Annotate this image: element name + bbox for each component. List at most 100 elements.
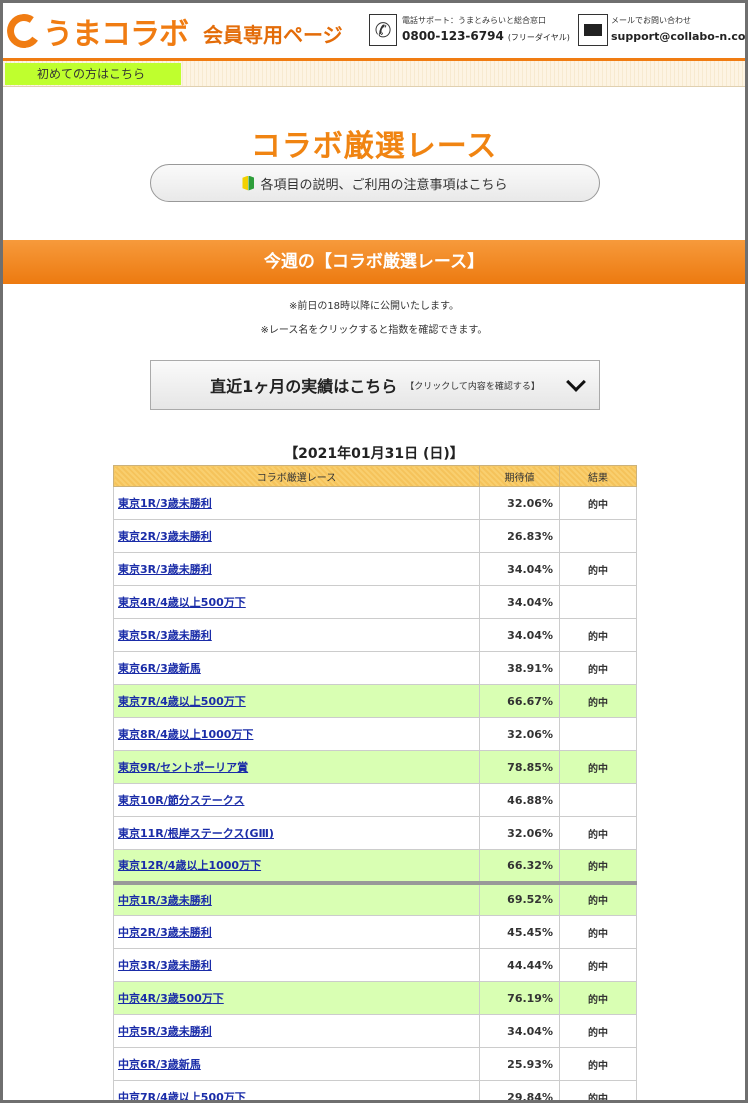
- expected-value-cell: 69.52%: [479, 880, 560, 916]
- race-link[interactable]: 東京6R/3歳新馬: [118, 662, 201, 675]
- race-date-heading: 【2021年01月31日 (日)】: [284, 446, 464, 462]
- result-cell: 的中: [559, 1047, 637, 1081]
- recent-results-toggle[interactable]: 直近1ヶ月の実績はこちら 【クリックして内容を確認する】: [150, 360, 600, 410]
- table-row: 東京12R/4歳以上1000万下 66.32% 的中: [113, 849, 637, 883]
- result-cell: 的中: [559, 684, 637, 718]
- race-link[interactable]: 中京6R/3歳新馬: [118, 1058, 201, 1071]
- race-link[interactable]: 東京7R/4歳以上500万下: [118, 695, 246, 708]
- mail-address-link[interactable]: support@collabo-n.com: [611, 30, 745, 43]
- race-name-cell: 東京12R/4歳以上1000万下: [113, 849, 480, 883]
- expected-value-cell: 34.04%: [479, 1014, 560, 1048]
- page-frame: うまコラボ 会員専用ページ ✆ 電話サポート：うまとみらいと総合窓口 0800-…: [0, 0, 748, 1103]
- race-name-cell: 中京3R/3歳未勝利: [113, 948, 480, 982]
- race-name-cell: 東京3R/3歳未勝利: [113, 552, 480, 586]
- recent-results-hint: 【クリックして内容を確認する】: [405, 381, 540, 392]
- phone-caption: 電話サポート：うまとみらいと総合窓口: [402, 16, 546, 25]
- phone-note: (フリーダイヤル): [507, 33, 570, 42]
- expected-value-cell: 32.06%: [479, 717, 560, 751]
- race-link[interactable]: 中京7R/4歳以上500万下: [118, 1091, 246, 1100]
- race-link[interactable]: 東京12R/4歳以上1000万下: [118, 859, 261, 872]
- table-row: 東京10R/節分ステークス 46.88%: [113, 783, 637, 817]
- table-row: 中京3R/3歳未勝利 44.44% 的中: [113, 948, 637, 982]
- result-cell: 的中: [559, 1080, 637, 1100]
- race-link[interactable]: 東京1R/3歳未勝利: [118, 497, 212, 510]
- race-name-cell: 東京1R/3歳未勝利: [113, 486, 480, 520]
- usage-notes-button[interactable]: 各項目の説明、ご利用の注意事項はこちら: [150, 164, 600, 202]
- header-result: 結果: [559, 465, 637, 487]
- table-row: 東京5R/3歳未勝利 34.04% 的中: [113, 618, 637, 652]
- phone-icon: ✆: [369, 14, 397, 46]
- expected-value-cell: 66.67%: [479, 684, 560, 718]
- race-link[interactable]: 中京1R/3歳未勝利: [118, 894, 212, 907]
- result-cell: 的中: [559, 816, 637, 850]
- race-name-cell: 中京2R/3歳未勝利: [113, 915, 480, 949]
- table-row: 中京2R/3歳未勝利 45.45% 的中: [113, 915, 637, 949]
- expected-value-cell: 29.84%: [479, 1080, 560, 1100]
- expected-value-cell: 78.85%: [479, 750, 560, 784]
- table-row: 中京4R/3歳500万下 76.19% 的中: [113, 981, 637, 1015]
- week-banner: 今週の【コラボ厳選レース】: [3, 240, 745, 284]
- expected-value-cell: 25.93%: [479, 1047, 560, 1081]
- result-cell: [559, 519, 637, 553]
- race-link[interactable]: 東京11R/根岸ステークス(GⅢ): [118, 827, 274, 840]
- race-link[interactable]: 東京10R/節分ステークス: [118, 794, 244, 807]
- race-link[interactable]: 東京3R/3歳未勝利: [118, 563, 212, 576]
- notice-publish-time: ※前日の18時以降に公開いたします。: [288, 301, 460, 312]
- mail-caption: メールでお問い合わせ: [611, 16, 691, 25]
- race-link[interactable]: 中京3R/3歳未勝利: [118, 959, 212, 972]
- result-cell: 的中: [559, 915, 637, 949]
- table-row: 東京2R/3歳未勝利 26.83%: [113, 519, 637, 553]
- race-link[interactable]: 中京4R/3歳500万下: [118, 992, 224, 1005]
- table-row: 東京3R/3歳未勝利 34.04% 的中: [113, 552, 637, 586]
- race-name-cell: 東京10R/節分ステークス: [113, 783, 480, 817]
- race-link[interactable]: 東京9R/セントポーリア賞: [118, 761, 248, 774]
- header-expected: 期待値: [479, 465, 560, 487]
- expected-value-cell: 32.06%: [479, 816, 560, 850]
- recent-results-label: 直近1ヶ月の実績はこちら: [210, 377, 398, 396]
- phone-number[interactable]: 0800-123-6794 (フリーダイヤル): [402, 29, 570, 43]
- result-cell: [559, 717, 637, 751]
- table-row: 中京6R/3歳新馬 25.93% 的中: [113, 1047, 637, 1081]
- mail-icon: [578, 14, 608, 46]
- table-row: 東京9R/セントポーリア賞 78.85% 的中: [113, 750, 637, 784]
- header-race: コラボ厳選レース: [113, 465, 480, 487]
- race-rows: 東京1R/3歳未勝利 32.06% 的中 東京2R/3歳未勝利 26.83% 東京3R/3…: [113, 486, 637, 1100]
- table-row: 東京1R/3歳未勝利 32.06% 的中: [113, 486, 637, 520]
- race-link[interactable]: 東京5R/3歳未勝利: [118, 629, 212, 642]
- table-row: 東京4R/4歳以上500万下 34.04%: [113, 585, 637, 619]
- race-name-cell: 中京4R/3歳500万下: [113, 981, 480, 1015]
- race-link[interactable]: 東京4R/4歳以上500万下: [118, 596, 246, 609]
- site-logo[interactable]: うまコラボ: [4, 11, 189, 52]
- result-cell: 的中: [559, 618, 637, 652]
- race-link[interactable]: 中京5R/3歳未勝利: [118, 1025, 212, 1038]
- result-cell: 的中: [559, 651, 637, 685]
- beginner-mark-icon: [242, 176, 254, 191]
- site-header: うまコラボ 会員専用ページ ✆ 電話サポート：うまとみらいと総合窓口 0800-…: [3, 3, 745, 61]
- race-name-cell: 東京7R/4歳以上500万下: [113, 684, 480, 718]
- result-cell: 的中: [559, 750, 637, 784]
- result-cell: 的中: [559, 1014, 637, 1048]
- result-cell: 的中: [559, 880, 637, 916]
- race-link[interactable]: 中京2R/3歳未勝利: [118, 926, 212, 939]
- result-cell: 的中: [559, 552, 637, 586]
- usage-notes-label: 各項目の説明、ご利用の注意事項はこちら: [260, 177, 508, 193]
- expected-value-cell: 32.06%: [479, 486, 560, 520]
- expected-value-cell: 34.04%: [479, 552, 560, 586]
- notice-click-race: ※レース名をクリックすると指数を確認できます。: [260, 325, 488, 336]
- expected-value-cell: 34.04%: [479, 585, 560, 619]
- result-cell: [559, 585, 637, 619]
- page-title: コラボ厳選レース: [250, 129, 498, 164]
- member-page-label: 会員専用ページ: [203, 23, 343, 47]
- result-cell: 的中: [559, 486, 637, 520]
- race-link[interactable]: 東京8R/4歳以上1000万下: [118, 728, 253, 741]
- expected-value-cell: 34.04%: [479, 618, 560, 652]
- logo-c-mark: [4, 11, 44, 51]
- beginner-link[interactable]: 初めての方はこちら: [5, 63, 181, 85]
- table-row: 中京5R/3歳未勝利 34.04% 的中: [113, 1014, 637, 1048]
- envelope-shape: [584, 24, 602, 36]
- table-row: 東京8R/4歳以上1000万下 32.06%: [113, 717, 637, 751]
- phone-number-value: 0800-123-6794: [402, 29, 504, 43]
- table-row: 東京11R/根岸ステークス(GⅢ) 32.06% 的中: [113, 816, 637, 850]
- race-link[interactable]: 東京2R/3歳未勝利: [118, 530, 212, 543]
- race-name-cell: 中京6R/3歳新馬: [113, 1047, 480, 1081]
